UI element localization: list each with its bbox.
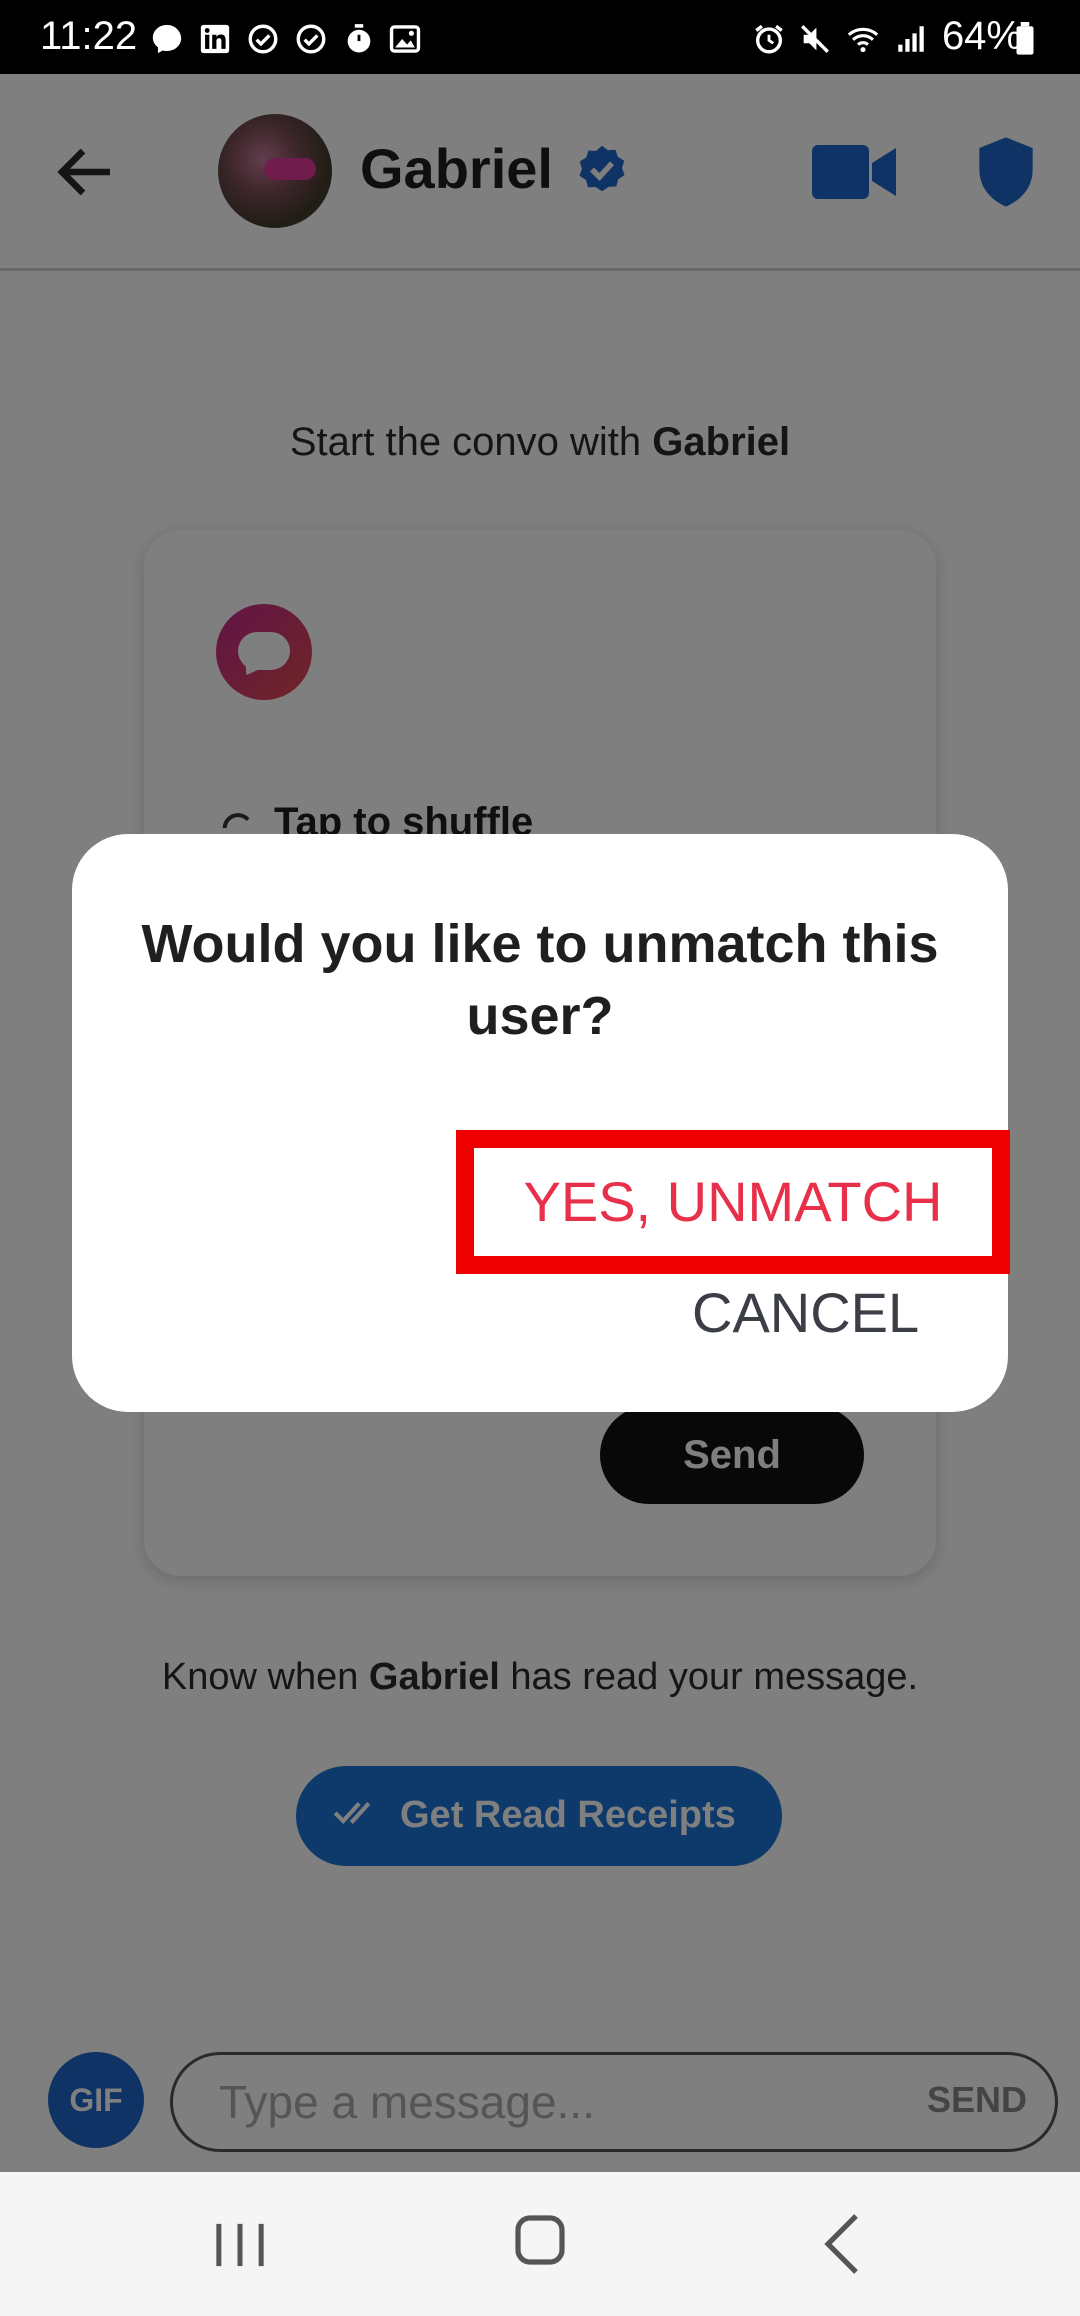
alarm-icon: [752, 22, 786, 56]
status-bar: 11:22 64%: [0, 0, 1080, 74]
mute-icon: [798, 22, 832, 56]
dialog-title: Would you like to unmatch this user?: [141, 914, 939, 1046]
home-icon[interactable]: [514, 2214, 566, 2266]
status-time: 11:22: [40, 14, 138, 58]
yes-unmatch-button[interactable]: YES, UNMATCH: [456, 1130, 1010, 1274]
battery-percent: 64%: [941, 14, 1022, 58]
image-icon: [388, 22, 422, 56]
linkedin-icon: [198, 22, 232, 56]
wifi-icon: [846, 22, 880, 56]
unmatch-dialog: Would you like to unmatch this user? YES…: [72, 834, 1010, 1412]
check-circle-icon: [294, 22, 328, 56]
messenger-icon: [150, 22, 184, 56]
battery-icon: [1012, 22, 1038, 56]
check-circle-icon: [246, 22, 280, 56]
cancel-button[interactable]: CANCEL: [692, 1280, 919, 1345]
system-nav-bar: [0, 2172, 1080, 2316]
signal-icon: [894, 22, 928, 56]
timer-icon: [342, 22, 376, 56]
recents-icon[interactable]: [210, 2220, 270, 2270]
nav-back-icon[interactable]: [822, 2212, 862, 2276]
